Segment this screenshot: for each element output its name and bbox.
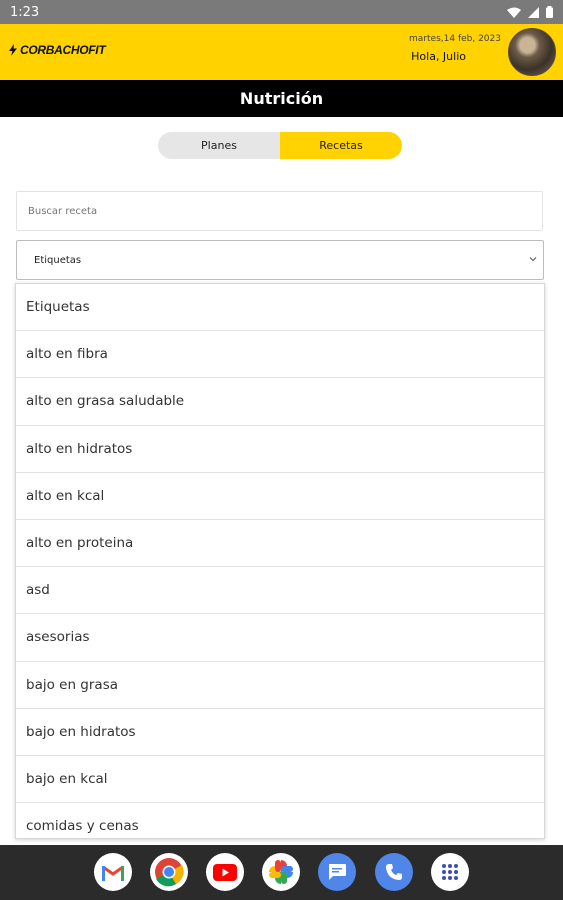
photos-icon[interactable] [262,853,300,891]
battery-icon [546,6,553,18]
dropdown-option[interactable]: bajo en kcal [16,756,544,804]
dropdown-option[interactable]: alto en hidratos [16,426,544,473]
page-title: Nutrición [0,80,563,117]
dropdown-option[interactable]: alto en proteina [16,520,544,568]
wifi-icon [507,7,521,18]
brand-logo: CORBACHOFIT [8,43,106,57]
youtube-icon[interactable] [206,853,244,891]
current-date: martes,14 feb, 2023 [409,34,501,44]
dropdown-option[interactable]: comidas y cenas [16,803,544,838]
plans-recipes-toggle: Planes Recetas [158,132,402,159]
chrome-icon[interactable] [150,853,188,891]
dropdown-option[interactable]: Etiquetas [16,284,544,332]
tag-select[interactable]: Etiquetas [16,240,544,280]
dropdown-option[interactable]: asd [16,567,544,615]
dropdown-option[interactable]: asesorias [16,614,544,662]
avatar[interactable] [508,28,556,76]
status-bar: 1:23 [0,0,563,24]
dropdown-option[interactable]: alto en grasa saludable [16,378,544,426]
app-header: CORBACHOFIT martes,14 feb, 2023 Hola, Ju… [0,24,563,80]
brand-logo-text: CORBACHOFIT [20,43,106,57]
tag-dropdown-list: Etiquetas alto en fibra alto en grasa sa… [15,283,545,839]
user-greeting: Hola, Julio [411,50,466,63]
apps-icon[interactable] [431,853,469,891]
dropdown-option[interactable]: alto en fibra [16,331,544,379]
phone-icon[interactable] [375,853,413,891]
status-time: 1:23 [10,4,40,20]
dropdown-option[interactable]: alto en kcal [16,473,544,520]
gmail-icon[interactable] [94,853,132,891]
dropdown-option[interactable]: bajo en hidratos [16,709,544,756]
search-input[interactable] [16,191,543,231]
signal-icon [528,6,539,18]
chevron-down-icon [529,257,537,262]
messages-icon[interactable] [318,853,356,891]
lightning-icon [9,44,17,56]
tab-recetas[interactable]: Recetas [280,132,402,159]
system-nav-bar [0,845,563,900]
dropdown-option[interactable]: bajo en grasa [16,662,544,709]
tag-select-value: Etiquetas [34,254,82,266]
status-icons [507,6,553,18]
tab-planes[interactable]: Planes [158,132,280,159]
